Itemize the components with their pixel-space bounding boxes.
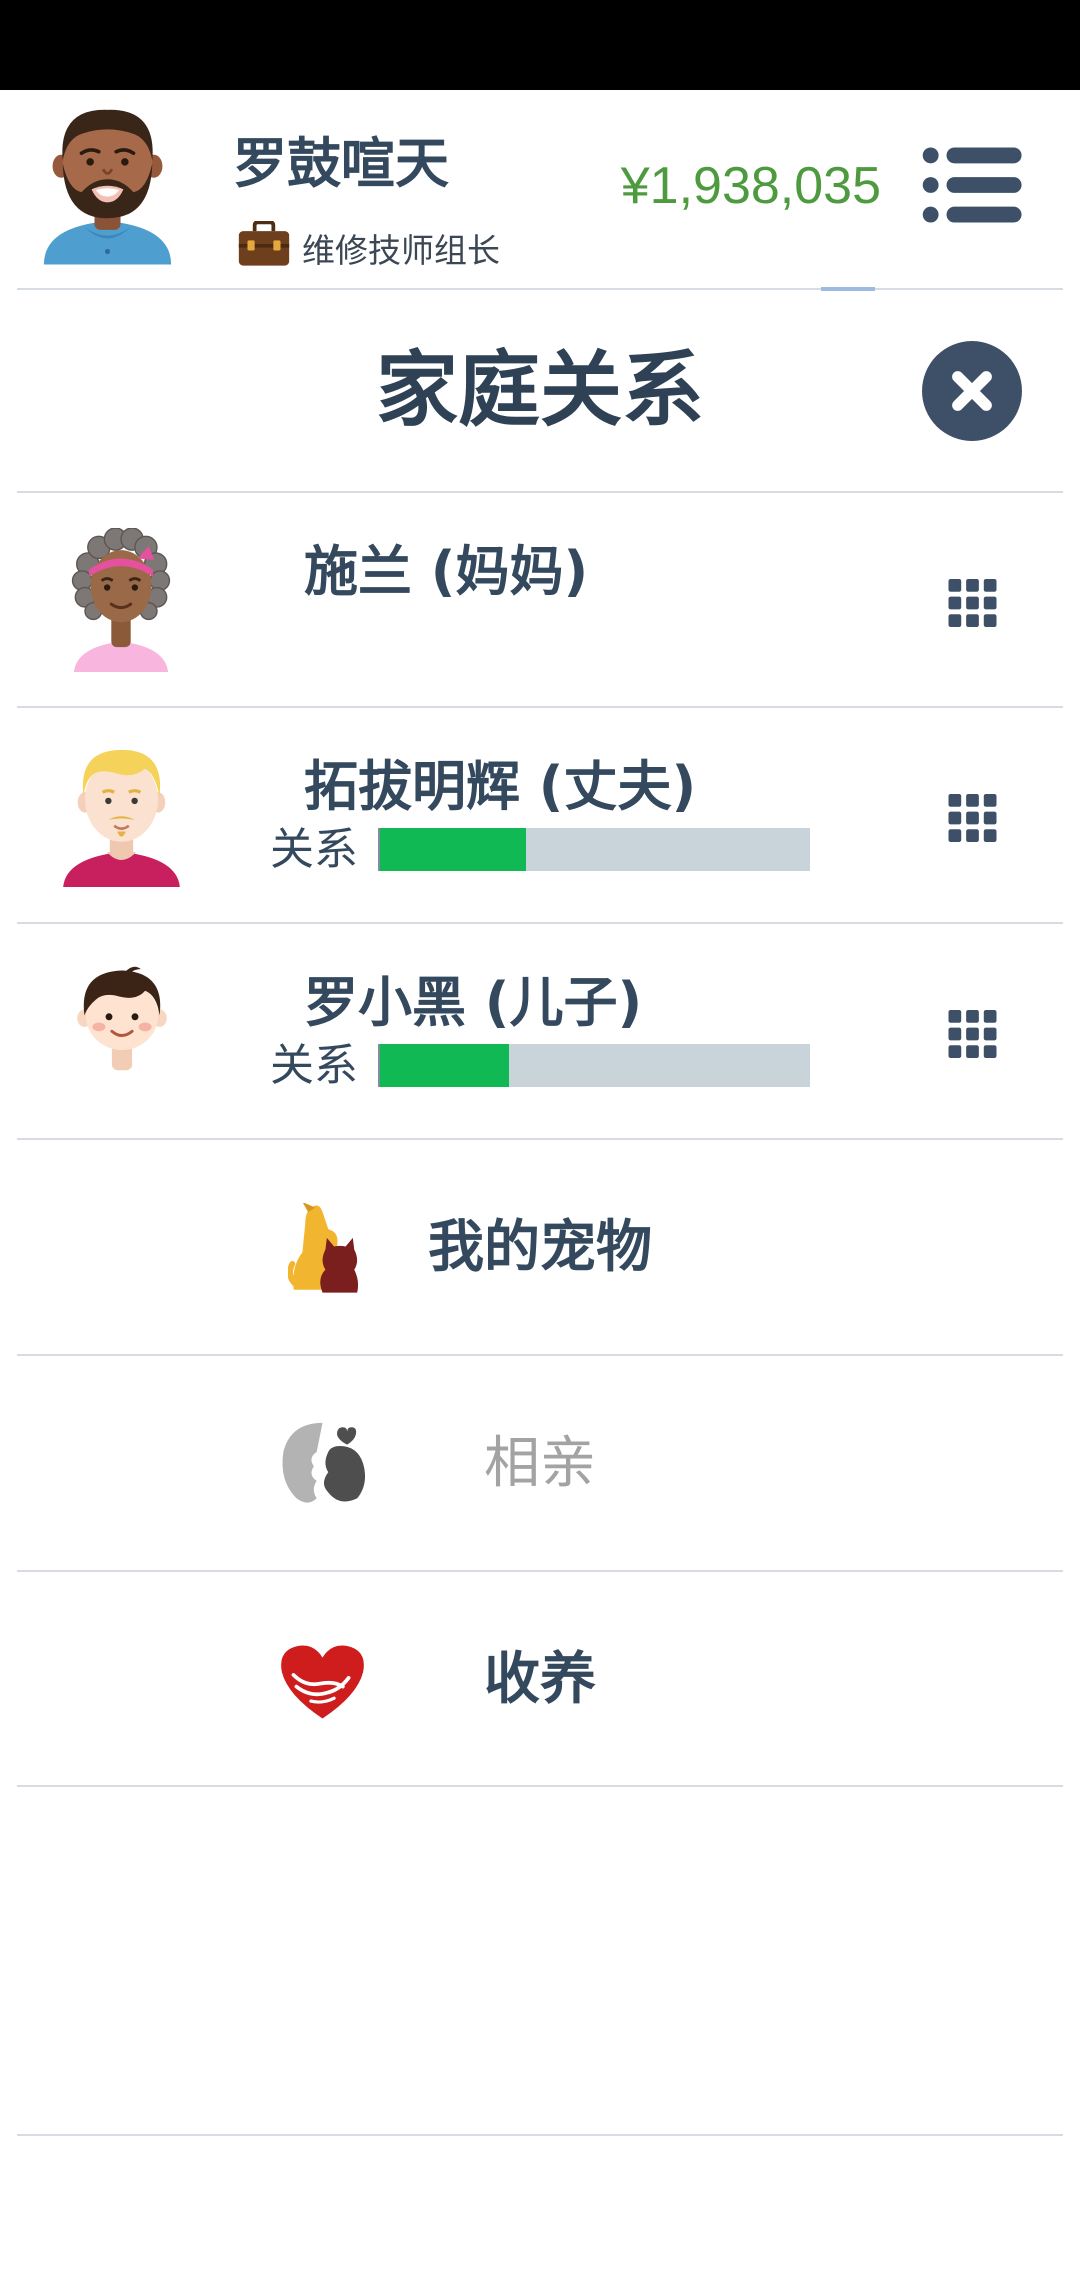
relationship-bar-fill: [380, 828, 527, 871]
close-icon[interactable]: [921, 340, 1023, 442]
action-matchmaking[interactable]: 相亲: [0, 1356, 1080, 1571]
family-member-son[interactable]: 罗小黑 (儿子) 关系: [0, 924, 1080, 1139]
family-member-name: 罗小黑 (儿子): [304, 971, 643, 1034]
action-my-pets[interactable]: 我的宠物: [0, 1140, 1080, 1355]
action-label: 我的宠物: [428, 1215, 652, 1280]
action-label: 收养: [484, 1647, 596, 1712]
tab-indicator: [821, 287, 875, 291]
relationship-bar: [378, 828, 810, 871]
relationship-bar: [378, 1044, 810, 1087]
job-title: 维修技师组长: [302, 231, 500, 270]
player-name: 罗鼓喧天: [233, 132, 449, 195]
son-avatar-icon: [70, 963, 174, 1072]
player-header: 罗鼓喧天 维修技师组长 ¥1,938,035: [0, 90, 1080, 288]
family-member-name: 施兰 (妈妈): [304, 540, 589, 603]
player-avatar-icon[interactable]: [41, 105, 174, 265]
bottom-divider: [17, 2134, 1063, 2136]
family-member-mother[interactable]: 施兰 (妈妈): [0, 493, 1080, 708]
husband-avatar-icon: [63, 744, 180, 887]
relationship-label: 关系: [270, 1040, 358, 1091]
status-bar: [0, 0, 1080, 90]
action-adoption[interactable]: 收养: [0, 1572, 1080, 1787]
mother-avatar-icon: [68, 528, 174, 672]
grid-icon[interactable]: [948, 794, 997, 842]
family-member-husband[interactable]: 拓拔明辉 (丈夫) 关系: [0, 708, 1080, 923]
grid-icon[interactable]: [948, 579, 997, 627]
menu-list-icon[interactable]: [922, 145, 1023, 225]
money-balance: ¥1,938,035: [620, 157, 881, 215]
grid-icon[interactable]: [948, 1010, 997, 1058]
list-divider: [17, 1785, 1063, 1787]
action-label: 相亲: [484, 1431, 596, 1496]
briefcase-icon: [237, 221, 291, 267]
relationship-bar-fill: [380, 1044, 509, 1087]
header-divider: [17, 288, 1063, 290]
page-title: 家庭关系: [375, 343, 704, 438]
family-member-name: 拓拔明辉 (丈夫): [304, 755, 697, 818]
relationship-label: 关系: [270, 824, 358, 875]
